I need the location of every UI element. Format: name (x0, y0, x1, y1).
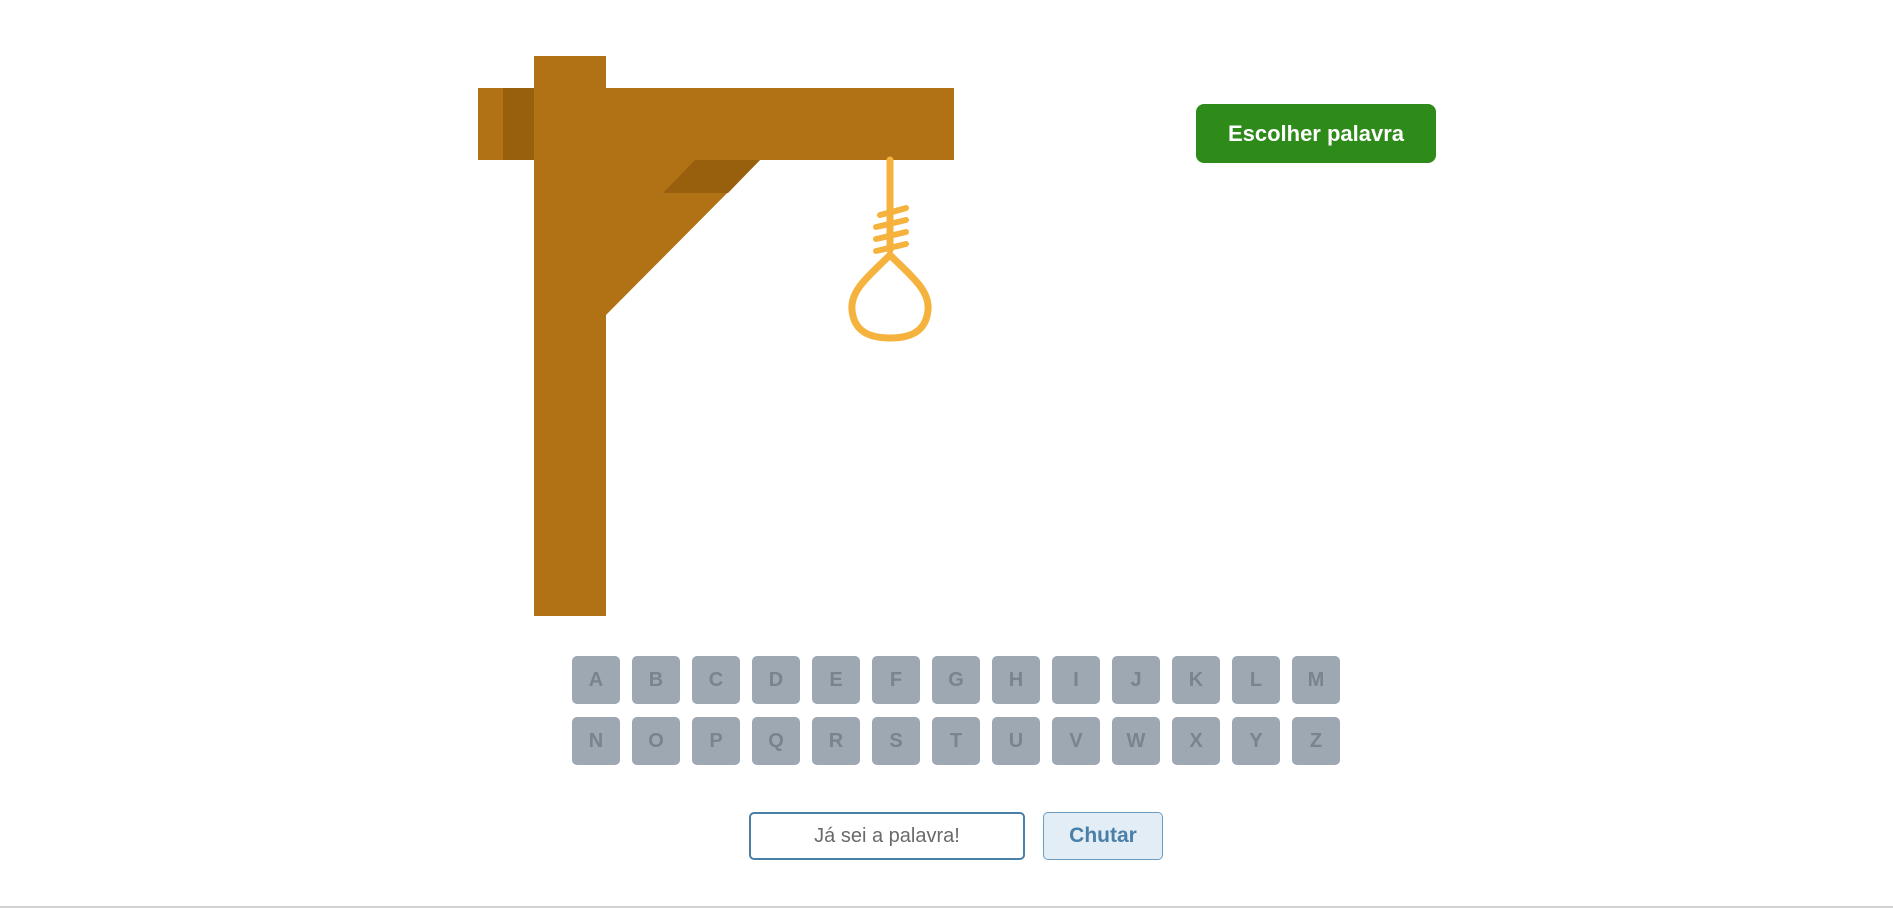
noose-loop (848, 250, 932, 342)
key-e[interactable]: E (812, 656, 860, 704)
letter-keyboard: A B C D E F G H I J K L M N O P Q R S T … (572, 656, 1342, 778)
key-h[interactable]: H (992, 656, 1040, 704)
key-i[interactable]: I (1052, 656, 1100, 704)
key-f[interactable]: F (872, 656, 920, 704)
key-m[interactable]: M (1292, 656, 1340, 704)
gallows-post (534, 56, 606, 616)
key-l[interactable]: L (1232, 656, 1280, 704)
keyboard-row-2: N O P Q R S T U V W X Y Z (572, 717, 1342, 765)
key-p[interactable]: P (692, 717, 740, 765)
key-s[interactable]: S (872, 717, 920, 765)
key-o[interactable]: O (632, 717, 680, 765)
key-c[interactable]: C (692, 656, 740, 704)
key-k[interactable]: K (1172, 656, 1220, 704)
guess-word-input[interactable] (749, 812, 1025, 860)
key-w[interactable]: W (1112, 717, 1160, 765)
gallows-crossbeam-shadow (503, 88, 535, 160)
key-x[interactable]: X (1172, 717, 1220, 765)
key-n[interactable]: N (572, 717, 620, 765)
key-z[interactable]: Z (1292, 717, 1340, 765)
key-u[interactable]: U (992, 717, 1040, 765)
key-y[interactable]: Y (1232, 717, 1280, 765)
key-a[interactable]: A (572, 656, 620, 704)
gallows-image (478, 56, 954, 616)
key-b[interactable]: B (632, 656, 680, 704)
key-q[interactable]: Q (752, 717, 800, 765)
key-d[interactable]: D (752, 656, 800, 704)
key-t[interactable]: T (932, 717, 980, 765)
keyboard-row-1: A B C D E F G H I J K L M (572, 656, 1342, 704)
game-screen: Escolher palavra A B C D E F G H I J K L… (0, 0, 1893, 908)
choose-word-button[interactable]: Escolher palavra (1196, 104, 1436, 163)
key-r[interactable]: R (812, 717, 860, 765)
key-j[interactable]: J (1112, 656, 1160, 704)
key-g[interactable]: G (932, 656, 980, 704)
guess-button[interactable]: Chutar (1043, 812, 1163, 860)
key-v[interactable]: V (1052, 717, 1100, 765)
